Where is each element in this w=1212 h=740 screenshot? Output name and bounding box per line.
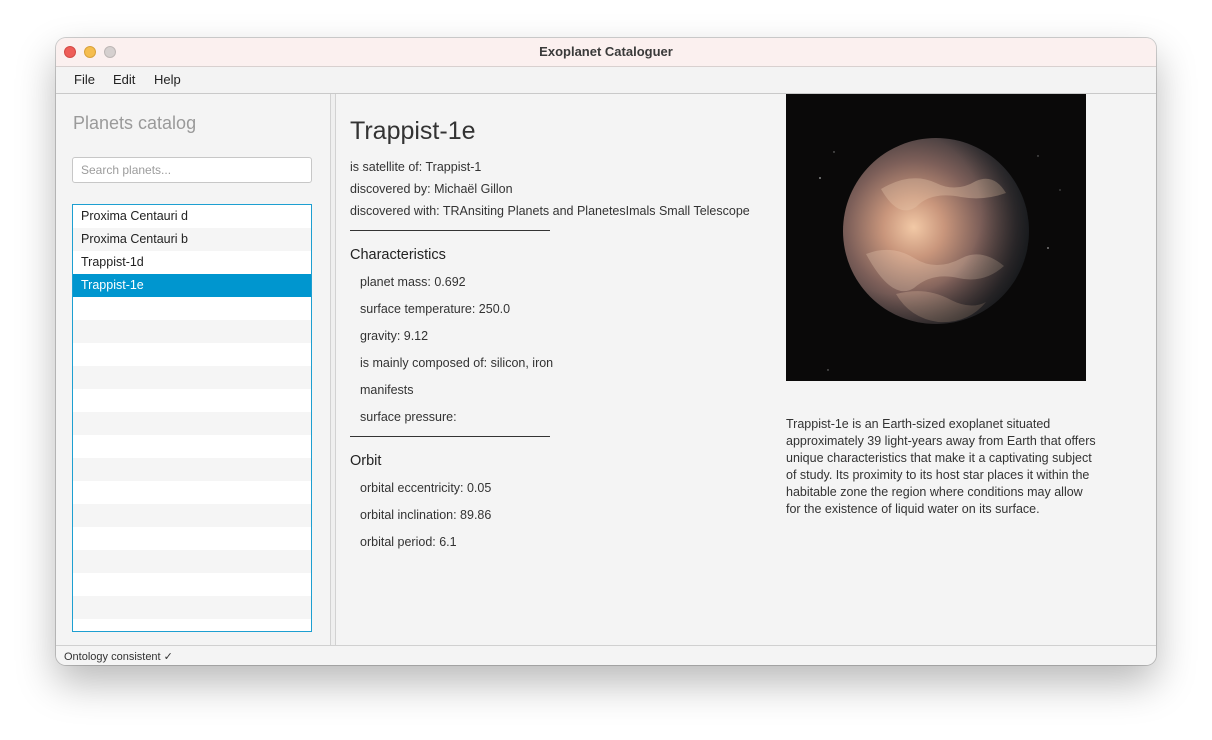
empty-list-row	[73, 412, 311, 435]
window-title: Exoplanet Cataloguer	[539, 44, 673, 59]
search-input[interactable]	[72, 157, 312, 183]
empty-list-row	[73, 573, 311, 596]
planet-list[interactable]: Proxima Centauri d Proxima Centauri b Tr…	[72, 204, 312, 632]
planet-image	[786, 94, 1086, 381]
divider	[350, 230, 550, 231]
discovered-with: discovered with: TRAnsiting Planets and …	[350, 204, 750, 218]
empty-list-row	[73, 320, 311, 343]
list-item-selected[interactable]: Trappist-1e	[73, 274, 311, 297]
menu-bar: File Edit Help	[56, 67, 1156, 94]
orbital-eccentricity: orbital eccentricity: 0.05	[360, 481, 492, 495]
menu-file[interactable]: File	[74, 72, 95, 87]
characteristics-title: Characteristics	[350, 247, 446, 263]
list-item[interactable]: Proxima Centauri b	[73, 228, 311, 251]
planet-mass: planet mass: 0.692	[360, 275, 466, 289]
empty-list-row	[73, 389, 311, 412]
sidebar: Planets catalog Proxima Centauri d Proxi…	[56, 94, 331, 645]
list-item[interactable]: Proxima Centauri d	[73, 205, 311, 228]
surface-pressure: surface pressure:	[360, 410, 457, 424]
orbital-inclination: orbital inclination: 89.86	[360, 508, 492, 522]
status-bar: Ontology consistent ✓	[56, 645, 1156, 665]
empty-list-row	[73, 343, 311, 366]
composition: is mainly composed of: silicon, iron	[360, 356, 554, 370]
empty-list-row	[73, 596, 311, 619]
divider	[350, 436, 550, 437]
empty-list-row	[73, 527, 311, 550]
menu-edit[interactable]: Edit	[113, 72, 135, 87]
planet-illustration	[786, 94, 1086, 381]
manifests: manifests	[360, 383, 414, 397]
orbit-title: Orbit	[350, 453, 382, 469]
empty-list-row	[73, 366, 311, 389]
list-item[interactable]: Trappist-1d	[73, 251, 311, 274]
menu-help[interactable]: Help	[154, 72, 181, 87]
orbital-period: orbital period: 6.1	[360, 535, 457, 549]
planet-details: Trappist-1e is satellite of: Trappist-1 …	[336, 94, 1156, 645]
status-text: Ontology consistent ✓	[64, 651, 173, 663]
satellite-of: is satellite of: Trappist-1	[350, 160, 482, 174]
surface-temperature: surface temperature: 250.0	[360, 302, 511, 316]
title-bar[interactable]: Exoplanet Cataloguer	[56, 38, 1156, 67]
catalog-title: Planets catalog	[73, 113, 197, 133]
empty-list-row	[73, 458, 311, 481]
empty-list-row	[73, 435, 311, 458]
empty-list-row	[73, 619, 311, 631]
gravity: gravity: 9.12	[360, 329, 429, 343]
empty-list-row	[73, 297, 311, 320]
discovered-by: discovered by: Michaël Gillon	[350, 182, 513, 196]
empty-list-row	[73, 481, 311, 504]
empty-list-row	[73, 550, 311, 573]
empty-list-row	[73, 504, 311, 527]
planet-description: Trappist-1e is an Earth-sized exoplanet …	[786, 417, 1096, 516]
app-window: Exoplanet Cataloguer File Edit Help Plan…	[56, 38, 1156, 665]
planet-name: Trappist-1e	[350, 117, 476, 145]
